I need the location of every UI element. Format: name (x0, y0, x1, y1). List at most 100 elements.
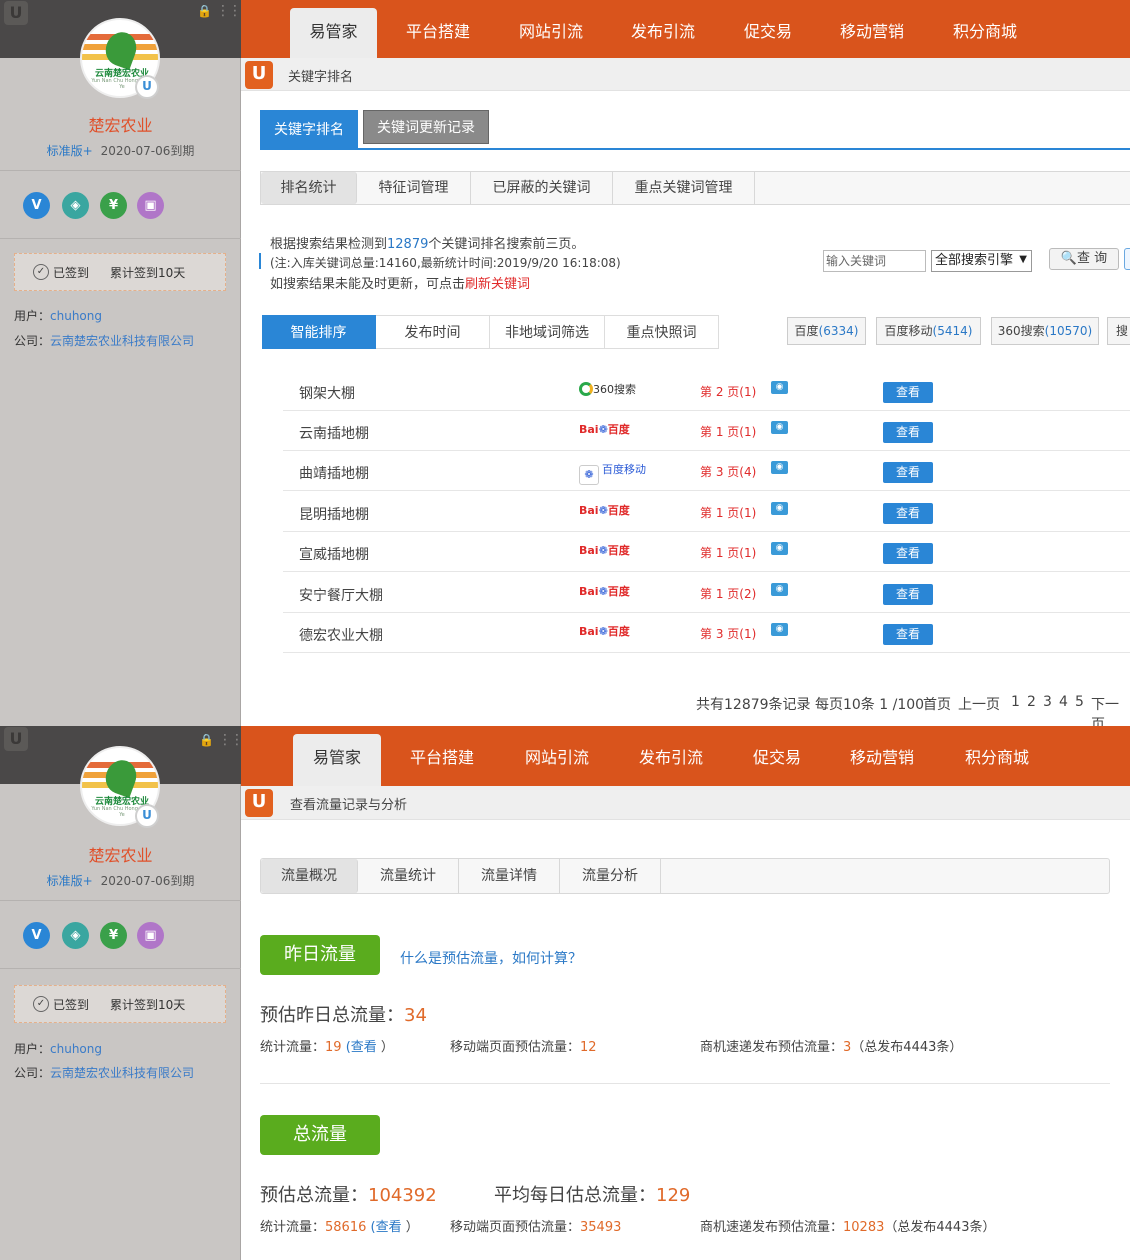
app-logo-icon[interactable]: U (4, 727, 28, 751)
view-button[interactable]: 查看 (883, 584, 933, 605)
subtab-analysis[interactable]: 流量分析 (560, 859, 661, 893)
row-rank[interactable]: 第 1 页(1) (700, 504, 756, 521)
keyword-search-input[interactable]: 输入关键词 (823, 250, 926, 272)
engine-filter-baidu[interactable]: 百度(6334) (787, 317, 866, 345)
row-rank[interactable]: 第 2 页(1) (700, 383, 756, 400)
subtab-details[interactable]: 流量详情 (459, 859, 560, 893)
sort-tab-nonregional[interactable]: 非地域词筛选 (490, 315, 605, 349)
view-button[interactable]: 查看 (883, 462, 933, 483)
yen-icon[interactable]: ¥ (100, 922, 127, 949)
camera-icon[interactable]: ◉ (771, 461, 788, 474)
nav-item-yiguanjia[interactable]: 易管家 (290, 8, 377, 58)
camera-icon[interactable]: ◉ (771, 502, 788, 515)
view-stat-link[interactable]: (查看 (346, 1040, 377, 1055)
view-button[interactable]: 查看 (883, 422, 933, 443)
view-button[interactable]: 查看 (883, 543, 933, 564)
checkin-box[interactable]: ✓ 已签到 累计签到10天 (14, 253, 226, 291)
v-icon[interactable]: V (23, 922, 50, 949)
pager-page[interactable]: 1 (1011, 694, 1020, 710)
query-button[interactable]: 🔍查 询 (1049, 248, 1119, 270)
nav-item-points[interactable]: 积分商城 (943, 8, 1027, 58)
row-keyword: 钢架大棚 (299, 386, 355, 402)
edition-label[interactable]: 标准版+ (47, 144, 93, 158)
row-rank[interactable]: 第 1 页(1) (700, 423, 756, 440)
pager-page[interactable]: 5 (1075, 694, 1084, 710)
nav-item-trade[interactable]: 促交易 (726, 8, 810, 58)
camera-icon[interactable]: ◉ (771, 381, 788, 394)
app-logo-icon[interactable]: U (4, 1, 28, 25)
yesterday-traffic-button[interactable]: 昨日流量 (260, 935, 380, 975)
company-value[interactable]: 云南楚宏农业科技有限公司 (50, 1066, 194, 1080)
sort-tab-snapshot[interactable]: 重点快照词 (605, 315, 719, 349)
camera-icon[interactable]: ◉ (771, 583, 788, 596)
subtab-blocked-words[interactable]: 已屏蔽的关键词 (471, 172, 613, 204)
subtab-feature-words[interactable]: 特征词管理 (357, 172, 471, 204)
nav-item-points[interactable]: 积分商城 (955, 734, 1039, 784)
nav-item-site-traffic[interactable]: 网站引流 (515, 734, 599, 784)
table-row: 云南插地棚 Bai❁百度 第 1 页(1) ◉ 查看 (283, 411, 1130, 451)
yen-icon[interactable]: ¥ (100, 192, 127, 219)
row-rank[interactable]: 第 3 页(4) (700, 463, 756, 480)
traffic-help-link[interactable]: 什么是预估流量，如何计算？ (400, 948, 582, 968)
user-value: chuhong (50, 1042, 102, 1056)
company-value[interactable]: 云南楚宏农业科技有限公司 (50, 334, 194, 348)
nav-item-site-traffic[interactable]: 网站引流 (509, 8, 593, 58)
refresh-hint: 如搜索结果未能及时更新，可点击刷新关键词 (270, 273, 530, 292)
sidebar-divider (0, 900, 241, 901)
pager-prev[interactable]: 上一页 (958, 694, 1000, 714)
camera-icon[interactable]: ◉ (771, 542, 788, 555)
view-stat-link[interactable]: (查看 (371, 1220, 402, 1235)
subtab-key-words[interactable]: 重点关键词管理 (613, 172, 755, 204)
view-button[interactable]: 查看 (883, 382, 933, 403)
sort-tab-time[interactable]: 发布时间 (376, 315, 490, 349)
total-traffic-button[interactable]: 总流量 (260, 1115, 380, 1155)
engine-select[interactable]: 全部搜索引擎 ▼ (931, 250, 1032, 272)
table-row: 德宏农业大棚 Bai❁百度 第 3 页(1) ◉ 查看 (283, 613, 1130, 653)
checkin-box[interactable]: ✓ 已签到 累计签到10天 (14, 985, 226, 1023)
pager-page[interactable]: 3 (1043, 694, 1052, 710)
tab-update-log[interactable]: 关键词更新记录 (363, 110, 489, 144)
tab-keyword-ranking[interactable]: 关键字排名 (260, 110, 358, 150)
pager-page[interactable]: 2 (1027, 694, 1036, 710)
nav-item-platform[interactable]: 平台搭建 (400, 734, 484, 784)
v-icon[interactable]: V (23, 192, 50, 219)
nav-item-yiguanjia[interactable]: 易管家 (293, 734, 381, 786)
camera-icon[interactable]: ◉ (771, 623, 788, 636)
row-rank[interactable]: 第 1 页(2) (700, 585, 756, 602)
row-rank[interactable]: 第 1 页(1) (700, 544, 756, 561)
expiry-date: 2020-07-06到期 (100, 144, 195, 158)
baidu-cn-text: 百度 (607, 423, 630, 436)
engine-filter-baidu-mobile[interactable]: 百度移动(5414) (876, 317, 981, 345)
pager-first[interactable]: 首页 (923, 694, 951, 714)
sort-tab-smart[interactable]: 智能排序 (262, 315, 376, 349)
extra-button[interactable] (1124, 248, 1130, 270)
lock-icon[interactable]: 🔒 (197, 4, 212, 18)
view-button[interactable]: 查看 (883, 624, 933, 645)
subtab-overview[interactable]: 流量概况 (261, 859, 358, 893)
engine-filter-more[interactable]: 搜 (1107, 317, 1130, 345)
refresh-prefix: 如搜索结果未能及时更新，可点击 (270, 277, 466, 292)
camera-icon[interactable]: ◉ (771, 421, 788, 434)
lock-icon[interactable]: 🔒 (199, 733, 214, 747)
image-icon[interactable]: ▣ (137, 192, 164, 219)
nav-item-trade[interactable]: 促交易 (735, 734, 819, 784)
refresh-keywords-link[interactable]: 刷新关键词 (465, 277, 530, 292)
nav-item-publish[interactable]: 发布引流 (621, 8, 705, 58)
engine-filter-360[interactable]: 360搜索(10570) (991, 317, 1099, 345)
edition-label[interactable]: 标准版+ (47, 874, 93, 888)
pager-page[interactable]: 4 (1059, 694, 1068, 710)
nav-item-mobile[interactable]: 移动营销 (840, 734, 924, 784)
row-rank[interactable]: 第 3 页(1) (700, 625, 756, 642)
shield-icon[interactable]: ◈ (62, 922, 89, 949)
subtab-statistics[interactable]: 流量统计 (358, 859, 459, 893)
table-row: 昆明插地棚 Bai❁百度 第 1 页(1) ◉ 查看 (283, 492, 1130, 532)
shield-icon[interactable]: ◈ (62, 192, 89, 219)
image-icon[interactable]: ▣ (137, 922, 164, 949)
nav-item-platform[interactable]: 平台搭建 (396, 8, 480, 58)
view-button[interactable]: 查看 (883, 503, 933, 524)
subtab-ranking-stats[interactable]: 排名统计 (261, 172, 357, 204)
nav-item-mobile[interactable]: 移动营销 (830, 8, 914, 58)
pager-next[interactable]: 下一页 (1091, 694, 1130, 726)
nav-item-publish[interactable]: 发布引流 (629, 734, 713, 784)
keyword-ranking-screen: U 🔒 ⋮⋮⋮ 云南楚宏农业 Yun Nan Chu Hong Nong Ye … (0, 0, 1130, 726)
